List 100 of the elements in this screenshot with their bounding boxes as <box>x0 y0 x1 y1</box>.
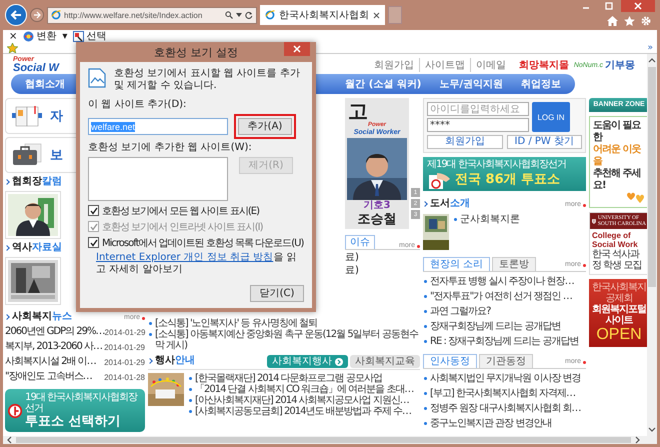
star-icon[interactable] <box>624 16 635 26</box>
chevron-icon <box>335 358 343 366</box>
section-heading: 역사자료실 <box>5 242 62 254</box>
privacy-link[interactable]: Internet Explorer 개인 정보 취급 방침 <box>96 252 274 263</box>
ad-banner[interactable]: 한국사회복지공제회 회원복지포털사이트 OPEN <box>589 279 647 347</box>
favorites-star-icon[interactable] <box>7 43 18 53</box>
ie-icon <box>51 10 61 20</box>
scroll-up-icon[interactable] <box>648 57 656 63</box>
tab-close-icon[interactable] <box>373 12 380 18</box>
header-link[interactable]: 사이트맵 <box>418 58 465 72</box>
list-item[interactable]: 「2014 단결 사회복지 CO 워크숍」에 여러분을 초대… <box>188 384 414 395</box>
list-item[interactable]: 중구노인복지관 관장 변경안내 <box>423 418 552 429</box>
list-item[interactable]: [한국몰랙재단] 2014 다문화프로그램 공모사업 <box>188 373 382 384</box>
section-heading: 협회장칼럼 <box>5 176 62 188</box>
candidate-name: 조승철 <box>358 212 396 227</box>
event-tab[interactable]: 사회복지교육 <box>350 355 420 368</box>
settings-icon[interactable] <box>641 16 651 26</box>
poster-slogan: 고 <box>347 100 368 122</box>
login-button[interactable]: LOG IN <box>532 102 570 132</box>
option-label: 호환성 보기에서 인트라넷 사이트 표시(I) <box>102 220 262 234</box>
list-item[interactable]: "전자투표"가 여전히 선거 쟁점인 … <box>423 291 572 302</box>
section-tab[interactable]: 인사동정 <box>423 354 477 368</box>
event-tab[interactable]: 사회복지행사 <box>267 355 348 368</box>
list-item[interactable]: [소식통] '노인복지사' 등 유사명칭에 철퇴 <box>148 318 420 329</box>
nav-item[interactable]: 월간 (소셜 워커) <box>345 77 422 91</box>
section-heading: 도서소개 <box>423 198 470 210</box>
news-title[interactable]: "장애인도 고속버스… <box>5 371 92 383</box>
list-item[interactable]: 군사회복지론 <box>453 214 520 225</box>
dropdown-button[interactable]: ▾ <box>62 30 68 43</box>
ad-banner[interactable]: 도움이 필요한 어려운 이웃을 추천해 주세요! <box>589 116 647 208</box>
maximize-icon <box>605 2 613 10</box>
news-title[interactable]: 복지부, 2013-2060 사… <box>5 341 102 353</box>
nav-item[interactable]: 노무/권익지원 <box>439 77 503 91</box>
news-title[interactable]: 2060년엔 GDP의 29%… <box>5 326 105 338</box>
section-tab[interactable]: 현장의 소리 <box>423 257 490 271</box>
banner-text: 추천해 주세요! <box>593 168 642 192</box>
header-link[interactable]: 회원가입 <box>368 58 414 72</box>
issue-tab[interactable]: 이슈 <box>345 235 375 249</box>
option-label: Microsoft에서 업데이트된 호환성 목록 다운로드(U) <box>102 236 304 250</box>
close-dialog-button[interactable]: 닫기(C) <box>250 285 304 302</box>
address-field[interactable]: http://www.welfare.net/site/Index.action <box>47 6 257 24</box>
back-button[interactable] <box>5 4 27 26</box>
id-field[interactable]: 아이디를입력하세요 <box>427 102 529 116</box>
refresh-icon[interactable] <box>245 11 253 19</box>
close-button[interactable] <box>621 0 655 12</box>
close-icon <box>634 2 642 10</box>
list-item[interactable]: 장재구회장님께 드리는 공개답변 <box>423 321 560 332</box>
list-item[interactable]: [사회복지공동모금회] 2014년도 배분방법과 주제 수… <box>188 406 411 417</box>
search-icon[interactable] <box>225 11 233 19</box>
section-heading: 행사안내 <box>148 355 195 367</box>
horizontal-scrollbar[interactable] <box>3 436 657 444</box>
password-field[interactable]: **** <box>427 118 529 132</box>
checkbox[interactable] <box>88 237 99 248</box>
list-item[interactable]: [부고] 한국사회복지사협회 자격제… <box>423 388 576 399</box>
candidate-number: 기호3 <box>364 200 390 212</box>
convert-button[interactable]: 변환 <box>23 30 56 43</box>
mall-link[interactable]: 희망복지몰 <box>518 58 569 72</box>
find-account-button[interactable]: ID / PW 찾기 <box>506 135 582 149</box>
back-arrow-icon <box>10 9 22 21</box>
scrollbar-thumb[interactable] <box>16 437 631 443</box>
list-item[interactable]: 전자투표 병행 실시 주장이나 현장… <box>423 276 574 287</box>
briefcase-icon <box>10 143 44 167</box>
ie-icon <box>265 10 275 20</box>
scroll-left-icon[interactable] <box>6 436 12 444</box>
add-button[interactable]: 추가(A) <box>238 118 292 135</box>
join-button[interactable]: 회원가입 <box>427 135 502 149</box>
planner-icon <box>10 104 44 128</box>
nav-item[interactable]: 협회소개 <box>25 77 65 91</box>
close-bar-button[interactable]: × <box>9 30 18 43</box>
more-favorites-button[interactable]: » <box>647 43 653 53</box>
home-icon[interactable] <box>607 16 618 26</box>
banner-text: 어려운 이웃을 <box>593 144 642 168</box>
banner-text: 한국 석사과정 학생 모집 <box>591 249 642 271</box>
scrollbar-thumb[interactable] <box>648 67 656 287</box>
section-tab[interactable]: 토론방 <box>492 257 536 271</box>
dialog-close-button[interactable] <box>284 42 310 56</box>
donation-link[interactable]: 기부몽 <box>605 58 635 72</box>
list-item[interactable]: 료) <box>345 252 359 263</box>
hearts-icon <box>627 192 645 204</box>
nav-item[interactable]: 취업정보 <box>521 77 561 91</box>
vertical-scrollbar[interactable] <box>647 54 657 436</box>
list-item[interactable]: RE : 장재구회장님께 드리는 공개답변 <box>423 336 578 347</box>
card-title: 자 <box>50 108 63 125</box>
vote-banner[interactable]: 19대 한국사회복지사협회장 선거 투표소 선택하기 <box>5 389 145 432</box>
news-title[interactable]: 사회복지시설 2배 이… <box>5 356 96 368</box>
browser-tab[interactable]: 한국사회복지사협회 <box>260 5 385 25</box>
list-item[interactable]: 과연 그럴까요? <box>423 306 490 317</box>
list-item[interactable]: 료) <box>345 265 359 276</box>
list-item[interactable]: 정병주 원장 대구사회복지사협회 회… <box>423 403 581 414</box>
forward-button[interactable] <box>30 8 44 22</box>
checkbox[interactable] <box>88 205 99 216</box>
section-tab[interactable]: 기관동정 <box>479 354 533 368</box>
scroll-right-icon[interactable] <box>635 436 641 444</box>
list-item[interactable]: 사회복지법인 무지개낙원 이사장 변경 <box>423 373 581 384</box>
dropdown-icon[interactable] <box>236 13 242 17</box>
header-link[interactable]: 이메일 <box>470 58 506 72</box>
list-item[interactable]: [소식통] 아동복지예산 중앙화원 촉구 운동(12월 5일부터 공동현수막 게시) <box>148 329 420 351</box>
scroll-down-icon[interactable] <box>648 427 656 433</box>
news-date: 2014-01-29 <box>104 328 146 336</box>
list-item[interactable]: [아산사회복지재단] 2014 사회복지공모사업 지원신… <box>188 395 409 406</box>
